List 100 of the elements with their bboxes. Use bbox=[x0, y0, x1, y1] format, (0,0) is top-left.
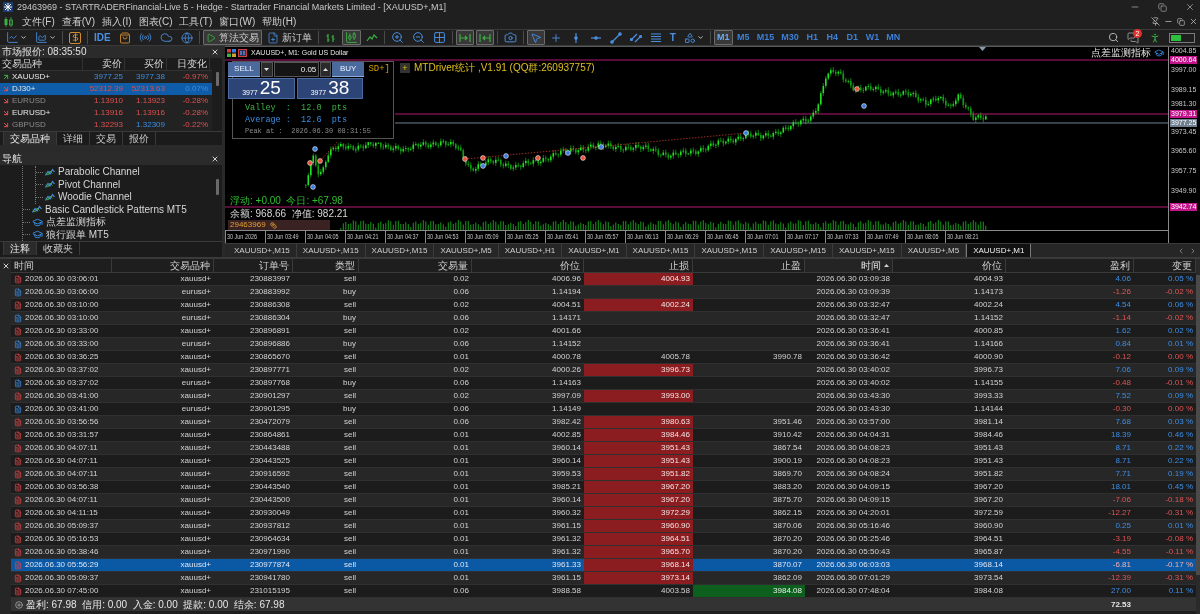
timeframe-button[interactable]: M30 bbox=[778, 30, 802, 45]
trade-marker-icon[interactable] bbox=[565, 150, 571, 156]
triangle-marker-icon[interactable] bbox=[979, 47, 986, 51]
messages-icon[interactable] bbox=[1127, 31, 1139, 44]
order-row[interactable]: 2026.06.30 04:07:11 xauusd+ 230443500 sell 0.01 3960.14 3967.20 3875.70 2026.06.30 04:09:15 3967.20 -7.06 -0.18 % bbox=[11, 494, 1196, 507]
unpin-icon[interactable] bbox=[1151, 17, 1160, 26]
timeframe-button[interactable]: M1 bbox=[713, 30, 733, 45]
timeframe-button[interactable]: D1 bbox=[842, 30, 862, 45]
close-icon[interactable] bbox=[1, 262, 10, 270]
chart-tab[interactable]: XAUUSD+,H1 bbox=[498, 244, 563, 257]
order-row[interactable]: 2026.06.30 03:06:00 eurusd+ 230883992 buy 0.06 1.14194 2026.06.30 03:09:39 1.14173 -1.26 -0.02 % bbox=[11, 286, 1196, 299]
order-row[interactable]: 2026.06.30 03:37:02 xauusd+ 230897771 sell 0.02 4000.26 3996.73 2026.06.30 03:40:02 3996.73 7.06 0.09 % bbox=[11, 364, 1196, 377]
trade-marker-icon[interactable] bbox=[317, 158, 323, 164]
symbol-row[interactable]: EURUSD+ 1.13916 1.13916 -0.28% bbox=[0, 107, 212, 119]
dollar-button[interactable] bbox=[66, 30, 84, 45]
chart-tab[interactable]: XAUUSD+,M15 bbox=[695, 244, 765, 257]
order-row[interactable]: 2026.06.30 03:41:00 xauusd+ 230901297 sell 0.02 3997.09 3993.00 2026.06.30 03:43:30 3993.33 7.52 0.09 % bbox=[11, 390, 1196, 403]
trade-marker-icon[interactable] bbox=[854, 86, 860, 92]
menu-item[interactable]: 窗口(W) bbox=[218, 15, 257, 28]
order-row[interactable]: 2026.06.30 03:56:56 xauusd+ 230472079 sell 0.06 3982.42 3980.63 3951.46 2026.06.30 03:57:00 3981.14 7.68 0.03 % bbox=[11, 416, 1196, 429]
column-header[interactable]: 交易品种 bbox=[2, 58, 42, 70]
ide-button[interactable]: IDE bbox=[91, 30, 114, 45]
order-row[interactable]: 2026.06.30 05:09:37 xauusd+ 230937812 sell 0.01 3961.15 3960.90 3870.06 2026.06.30 05:16:46 3960.90 0.25 0.01 % bbox=[11, 520, 1196, 533]
cursor-button[interactable] bbox=[526, 30, 545, 45]
order-row[interactable]: 2026.06.30 05:09:37 xauusd+ 230941780 sell 0.01 3961.15 3973.14 3862.09 2026.06.30 07:01:29 3973.54 -12.39 -0.31 % bbox=[11, 572, 1196, 585]
navigator-item[interactable]: Basic Candlestick Patterns MT5 bbox=[30, 203, 187, 216]
trade-marker-icon[interactable] bbox=[310, 184, 316, 190]
order-row[interactable]: 2026.06.30 03:10:00 xauusd+ 230886308 sell 0.02 4004.51 4002.24 2026.06.30 03:32:47 4002.24 4.54 0.06 % bbox=[11, 299, 1196, 312]
scrollbar-thumb[interactable] bbox=[215, 72, 219, 86]
menu-item[interactable]: 工具(T) bbox=[178, 15, 214, 28]
chevron-right-icon[interactable] bbox=[1189, 246, 1197, 255]
order-row[interactable]: 2026.06.30 03:36:25 xauusd+ 230865670 sell 0.01 4000.78 4005.78 3990.78 2026.06.30 03:36:42 4000.90 -0.12 0.00 % bbox=[11, 351, 1196, 364]
chart-tab[interactable]: XAUUSD+,M15 bbox=[626, 244, 696, 257]
order-row[interactable]: 2026.06.30 04:07:11 xauusd+ 230443488 sell 0.01 3960.14 3951.43 3867.54 2026.06.30 04:08:23 3951.43 8.71 0.22 % bbox=[11, 442, 1196, 455]
menu-item[interactable]: 插入(I) bbox=[101, 15, 133, 28]
trade-marker-icon[interactable] bbox=[480, 155, 486, 161]
column-header[interactable]: 买价 bbox=[144, 58, 164, 70]
volume-up-button[interactable] bbox=[320, 62, 332, 77]
trade-marker-icon[interactable] bbox=[598, 144, 604, 150]
chart-tab[interactable]: XAUUSD+,M1 bbox=[562, 244, 627, 257]
chart-tab[interactable]: XAUUSD+,M5 bbox=[434, 244, 499, 257]
order-row[interactable]: 2026.06.30 05:56:29 xauusd+ 230977874 sell 0.01 3961.33 3968.14 3870.07 2026.06.30 06:03:03 3968.14 -6.81 -0.17 % bbox=[11, 559, 1196, 572]
panel-tab[interactable]: 交易品种 bbox=[3, 132, 57, 145]
symbol-row[interactable]: XAUUSD+ 3977.25 3977.38 -0.97% bbox=[0, 71, 212, 83]
trade-marker-icon[interactable] bbox=[462, 156, 468, 162]
menu-item[interactable]: 查看(V) bbox=[60, 15, 97, 28]
column-header[interactable]: 时间 bbox=[11, 259, 112, 272]
order-row[interactable]: 2026.06.30 03:41:00 eurusd+ 230901295 buy 0.06 1.14149 2026.06.30 03:43:30 1.14144 -0.30 0.00 % bbox=[11, 403, 1196, 416]
column-header[interactable]: 卖价 bbox=[102, 58, 122, 70]
algo-trading-button[interactable]: 算法交易 bbox=[202, 30, 262, 45]
trade-marker-icon[interactable] bbox=[580, 155, 586, 161]
chart-tab[interactable]: XAUUSD+,M15 bbox=[296, 244, 366, 257]
trade-marker-icon[interactable] bbox=[743, 130, 749, 136]
column-header[interactable]: 时间 bbox=[805, 259, 893, 272]
order-row[interactable]: 2026.06.30 03:10:00 eurusd+ 230886304 buy 0.06 1.14171 2026.06.30 03:32:47 1.14152 -1.14 -0.02 % bbox=[11, 312, 1196, 325]
chart-tab[interactable]: XAUUSD+,M1 bbox=[966, 244, 1032, 257]
text-tool-button[interactable]: T bbox=[666, 30, 679, 45]
trade-marker-icon[interactable] bbox=[312, 146, 318, 152]
person-icon[interactable] bbox=[1149, 31, 1161, 44]
restore-icon[interactable] bbox=[1158, 2, 1167, 12]
buy-button[interactable]: BUY bbox=[332, 62, 364, 77]
chart-tab[interactable]: XAUUSD+,M15 bbox=[365, 244, 435, 257]
panel-tab[interactable]: 注释 bbox=[3, 242, 37, 255]
order-row[interactable]: 2026.06.30 03:33:00 xauusd+ 230896891 sell 0.02 4001.66 2026.06.30 03:36:41 4000.85 1.62 0.02 % bbox=[11, 325, 1196, 338]
chart-tab[interactable]: XAUUSD+,M15 bbox=[832, 244, 902, 257]
circle-plus-icon[interactable] bbox=[15, 600, 23, 609]
navigator-item[interactable]: Woodie Channel bbox=[43, 191, 132, 204]
order-row[interactable]: 2026.06.30 04:07:11 xauusd+ 230443525 sell 0.01 3960.14 3951.43 3900.19 2026.06.30 04:08:23 3951.43 8.71 0.22 % bbox=[11, 455, 1196, 468]
chart-tab[interactable]: XAUUSD+,M15 bbox=[228, 244, 297, 257]
timeframe-button[interactable]: H1 bbox=[802, 30, 822, 45]
order-row[interactable]: 2026.06.30 03:37:02 eurusd+ 230897768 buy 0.06 1.14163 2026.06.30 03:40:02 1.14155 -0.48 -0.01 % bbox=[11, 377, 1196, 390]
trade-marker-icon[interactable] bbox=[503, 153, 509, 159]
auto-scroll-button[interactable] bbox=[455, 30, 474, 45]
timeframe-button[interactable]: MN bbox=[883, 30, 904, 45]
order-row[interactable]: 2026.06.30 07:45:00 xauusd+ 231015195 sell 0.06 3988.58 4003.58 3984.08 2026.06.30 07:48:04 3984.08 27.00 0.11 % bbox=[11, 585, 1196, 598]
menu-item[interactable]: 图表(C) bbox=[137, 15, 174, 28]
order-row[interactable]: 2026.06.30 05:38:46 xauusd+ 230971990 sell 0.01 3961.32 3965.70 3870.20 2026.06.30 05:50:43 3965.87 -4.55 -0.11 % bbox=[11, 546, 1196, 559]
scrollbar-thumb[interactable] bbox=[215, 179, 219, 195]
order-row[interactable]: 2026.06.30 03:33:00 eurusd+ 230896886 buy 0.06 1.14152 2026.06.30 03:36:41 1.14166 0.84 0.01 % bbox=[11, 338, 1196, 351]
order-row[interactable]: 2026.06.30 03:06:01 xauusd+ 230883997 sell 0.02 4006.96 4004.93 2026.06.30 03:09:38 4004.93 4.06 0.05 % bbox=[11, 273, 1196, 286]
tiles-icon[interactable] bbox=[227, 48, 236, 57]
navigator-item[interactable]: Pivot Channel bbox=[43, 178, 121, 191]
chart-tab[interactable]: XAUUSD+,M15 bbox=[764, 244, 833, 257]
restore-icon[interactable] bbox=[1177, 17, 1185, 26]
order-row[interactable]: 2026.06.30 03:56:38 xauusd+ 230443540 sell 0.01 3985.21 3967.20 3883.20 2026.06.30 04:09:15 3967.20 18.01 0.45 % bbox=[11, 481, 1196, 494]
timeframe-button[interactable]: H4 bbox=[822, 30, 842, 45]
close-icon[interactable] bbox=[211, 48, 219, 56]
timeframe-button[interactable]: W1 bbox=[862, 30, 883, 45]
order-row[interactable]: 2026.06.30 04:11:15 xauusd+ 230930049 sell 0.01 3960.32 3972.29 3862.15 2026.06.30 04:20:01 3972.59 -12.27 -0.31 % bbox=[11, 507, 1196, 520]
new-order-button[interactable]: 新订单 bbox=[263, 30, 315, 45]
search-icon[interactable] bbox=[1108, 32, 1119, 43]
navigator-item[interactable]: Parabolic Channel bbox=[43, 166, 140, 179]
trade-marker-icon[interactable] bbox=[480, 163, 486, 169]
panel-tab[interactable]: 收藏夹 bbox=[37, 242, 80, 255]
order-row[interactable]: 2026.06.30 04:07:11 xauusd+ 230916592 sell 0.01 3959.53 3951.82 3869.70 2026.06.30 04:08:24 3951.82 7.71 0.19 % bbox=[11, 468, 1196, 481]
connection-status-icon[interactable] bbox=[1169, 32, 1195, 43]
close-icon[interactable] bbox=[1189, 17, 1198, 26]
candlestick-chart-button[interactable] bbox=[341, 30, 361, 45]
scrollbar[interactable] bbox=[1196, 259, 1200, 614]
trade-marker-icon[interactable] bbox=[307, 160, 313, 166]
